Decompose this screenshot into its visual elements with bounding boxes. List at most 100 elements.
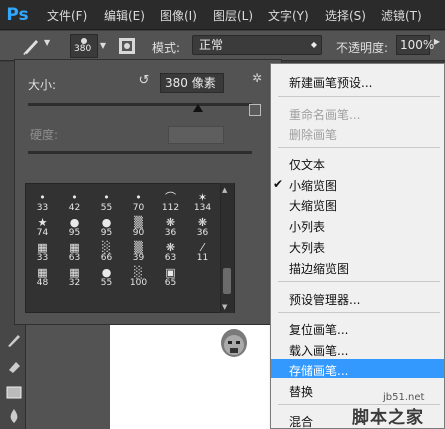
menu-item-delete: 删除画笔 xyxy=(289,128,338,142)
brush-tip-icon: ★ xyxy=(37,215,48,229)
brush-preset-size: 36 xyxy=(164,228,177,238)
menu-item-large-list[interactable]: 大列表 xyxy=(289,239,325,256)
scroll-up-icon[interactable]: ▲ xyxy=(222,186,227,194)
menu-type[interactable]: 文字(Y) xyxy=(268,7,309,24)
brush-picker-arrow-icon[interactable]: ▼ xyxy=(98,36,108,56)
tool-preset-arrow-icon[interactable]: ▼ xyxy=(44,38,50,47)
brush-tip-icon: • xyxy=(103,190,110,204)
menu-file[interactable]: 文件(F) xyxy=(47,7,87,24)
menu-item-load-brushes[interactable]: 载入画笔... xyxy=(289,342,348,359)
brush-preset-cell[interactable]: ⁄ 11 xyxy=(187,239,218,264)
brush-tool-icon[interactable] xyxy=(20,36,42,56)
brush-tip-icon: ❋ xyxy=(165,240,176,254)
brush-preset-cell[interactable]: ▦ 48 xyxy=(27,264,58,289)
brush-preset-size: 55 xyxy=(100,278,113,288)
chevron-updown-icon: ◆ xyxy=(310,40,317,49)
brush-preset-cell[interactable]: • 33 xyxy=(27,189,58,214)
brush-preset-cell[interactable]: ▒ 90 xyxy=(123,214,154,239)
scroll-down-icon[interactable]: ▼ xyxy=(222,303,227,311)
brush-tip-icon: ● xyxy=(101,265,112,279)
gradient-icon[interactable] xyxy=(6,384,22,400)
brush-tip-icon: ▣ xyxy=(165,265,176,279)
brush-preset-cell[interactable]: • 55 xyxy=(91,189,122,214)
menu-item-replace-brushes[interactable]: 替换 xyxy=(289,383,313,400)
brush-tip-icon: ● xyxy=(69,215,80,229)
brush-preset-cell[interactable]: ❋ 36 xyxy=(187,214,218,239)
brush-tip-icon: ▦ xyxy=(37,265,48,279)
brush-preset-cell[interactable]: • 70 xyxy=(123,189,154,214)
brush-preset-cell[interactable]: ▦ 32 xyxy=(59,264,90,289)
menu-item-reset-brushes[interactable]: 复位画笔... xyxy=(289,321,348,338)
menu-layer[interactable]: 图层(L) xyxy=(213,7,253,24)
photoshop-logo: Ps xyxy=(6,5,29,25)
menu-separator xyxy=(278,147,440,148)
menu-item-small-list[interactable]: 小列表 xyxy=(289,218,325,235)
brush-tip-icon: ░ xyxy=(134,265,143,279)
menu-edit[interactable]: 编辑(E) xyxy=(104,7,145,24)
brush-preset-size: 112 xyxy=(161,203,180,213)
menu-item-rename: 重命名画笔... xyxy=(289,108,361,122)
opacity-arrow-icon[interactable]: ▶ xyxy=(430,37,444,53)
brush-tip-icon: ● xyxy=(101,215,112,229)
brush-preset-size: 90 xyxy=(132,228,145,238)
brush-preset-size: 70 xyxy=(132,203,145,213)
brush-preset-cell[interactable]: ● 95 xyxy=(91,214,122,239)
check-icon: ✔ xyxy=(273,177,284,191)
canvas-figure-image xyxy=(221,329,247,357)
size-slider[interactable] xyxy=(28,103,252,106)
brush-preset-cell[interactable]: ▦ 63 xyxy=(59,239,90,264)
brush-preset-cell[interactable]: ❋ 63 xyxy=(155,239,186,264)
menu-item-stroke-thumbnail[interactable]: 描边缩览图 xyxy=(289,260,349,277)
size-slider-thumb[interactable] xyxy=(193,104,204,112)
brush-preset-cell[interactable]: ● 95 xyxy=(59,214,90,239)
brush-preset-cell[interactable]: ▣ 65 xyxy=(155,264,186,289)
brush-size-value: 380 xyxy=(74,44,92,54)
brush-preset-cell[interactable]: ⌒ 112 xyxy=(155,189,186,214)
blend-mode-select[interactable]: 正常 ◆ xyxy=(192,35,322,55)
brush-tip-icon: ░ xyxy=(102,240,111,254)
new-preset-icon[interactable] xyxy=(249,104,261,116)
brush-panel-toggle-icon[interactable] xyxy=(118,37,136,55)
size-label: 大小: xyxy=(28,78,57,92)
reset-size-icon[interactable]: ↺ xyxy=(137,74,151,88)
blur-icon[interactable] xyxy=(6,408,22,424)
brush-preset-cell[interactable]: ● 55 xyxy=(91,264,122,289)
brush-tip-icon: ▦ xyxy=(69,240,80,254)
brush-preset-cell[interactable]: • 42 xyxy=(59,189,90,214)
menu-item-small-thumbnail[interactable]: 小缩览图 xyxy=(289,177,337,194)
brush-preset-size: 36 xyxy=(196,228,209,238)
menu-image[interactable]: 图像(I) xyxy=(160,7,197,24)
menu-item-preset-manager[interactable]: 预设管理器... xyxy=(289,291,360,308)
brush-preset-size: 63 xyxy=(164,253,177,263)
size-input[interactable]: 380 像素 xyxy=(160,73,224,93)
brush-preset-size: 32 xyxy=(68,278,81,288)
opacity-input[interactable]: 100% xyxy=(396,35,434,55)
brush-preset-cell[interactable]: ✶ 134 xyxy=(187,189,218,214)
menu-bar: Ps 文件(F) 编辑(E) 图像(I) 图层(L) 文字(Y) 选择(S) 滤… xyxy=(0,0,445,30)
opacity-label: 不透明度: xyxy=(336,41,389,55)
brush-tip-icon: • xyxy=(39,190,46,204)
hardness-slider xyxy=(28,151,252,154)
brush-preset-size: 55 xyxy=(100,203,113,213)
blend-mode-value: 正常 xyxy=(199,38,224,52)
menu-item-new-preset[interactable]: 新建画笔预设... xyxy=(289,74,372,91)
menu-item-save-brushes[interactable]: 存储画笔... xyxy=(289,362,348,379)
menu-item-large-thumbnail[interactable]: 大缩览图 xyxy=(289,197,337,214)
brush-preset-cell[interactable]: ★ 74 xyxy=(27,214,58,239)
preset-scrollbar-thumb[interactable] xyxy=(223,268,231,294)
eraser-icon[interactable] xyxy=(6,358,22,374)
brush-preset-cell[interactable]: ❋ 36 xyxy=(155,214,186,239)
menu-item-mixed[interactable]: 混合 xyxy=(289,413,313,429)
brush-preset-size: 11 xyxy=(196,253,209,263)
brush-preset-cell[interactable]: ░ 100 xyxy=(123,264,154,289)
gear-icon[interactable]: ✲ xyxy=(250,71,264,85)
menu-filter[interactable]: 滤镜(T) xyxy=(381,7,422,24)
menu-item-text-only[interactable]: 仅文本 xyxy=(289,156,325,173)
brush-preset-cell[interactable]: ░ 66 xyxy=(91,239,122,264)
hardness-input xyxy=(168,126,224,144)
brush-preset-cell[interactable]: ▒ 39 xyxy=(123,239,154,264)
menu-separator xyxy=(278,312,440,313)
brush-preset-cell[interactable]: ▦ 33 xyxy=(27,239,58,264)
history-brush-icon[interactable] xyxy=(6,332,22,348)
menu-select[interactable]: 选择(S) xyxy=(325,7,366,24)
